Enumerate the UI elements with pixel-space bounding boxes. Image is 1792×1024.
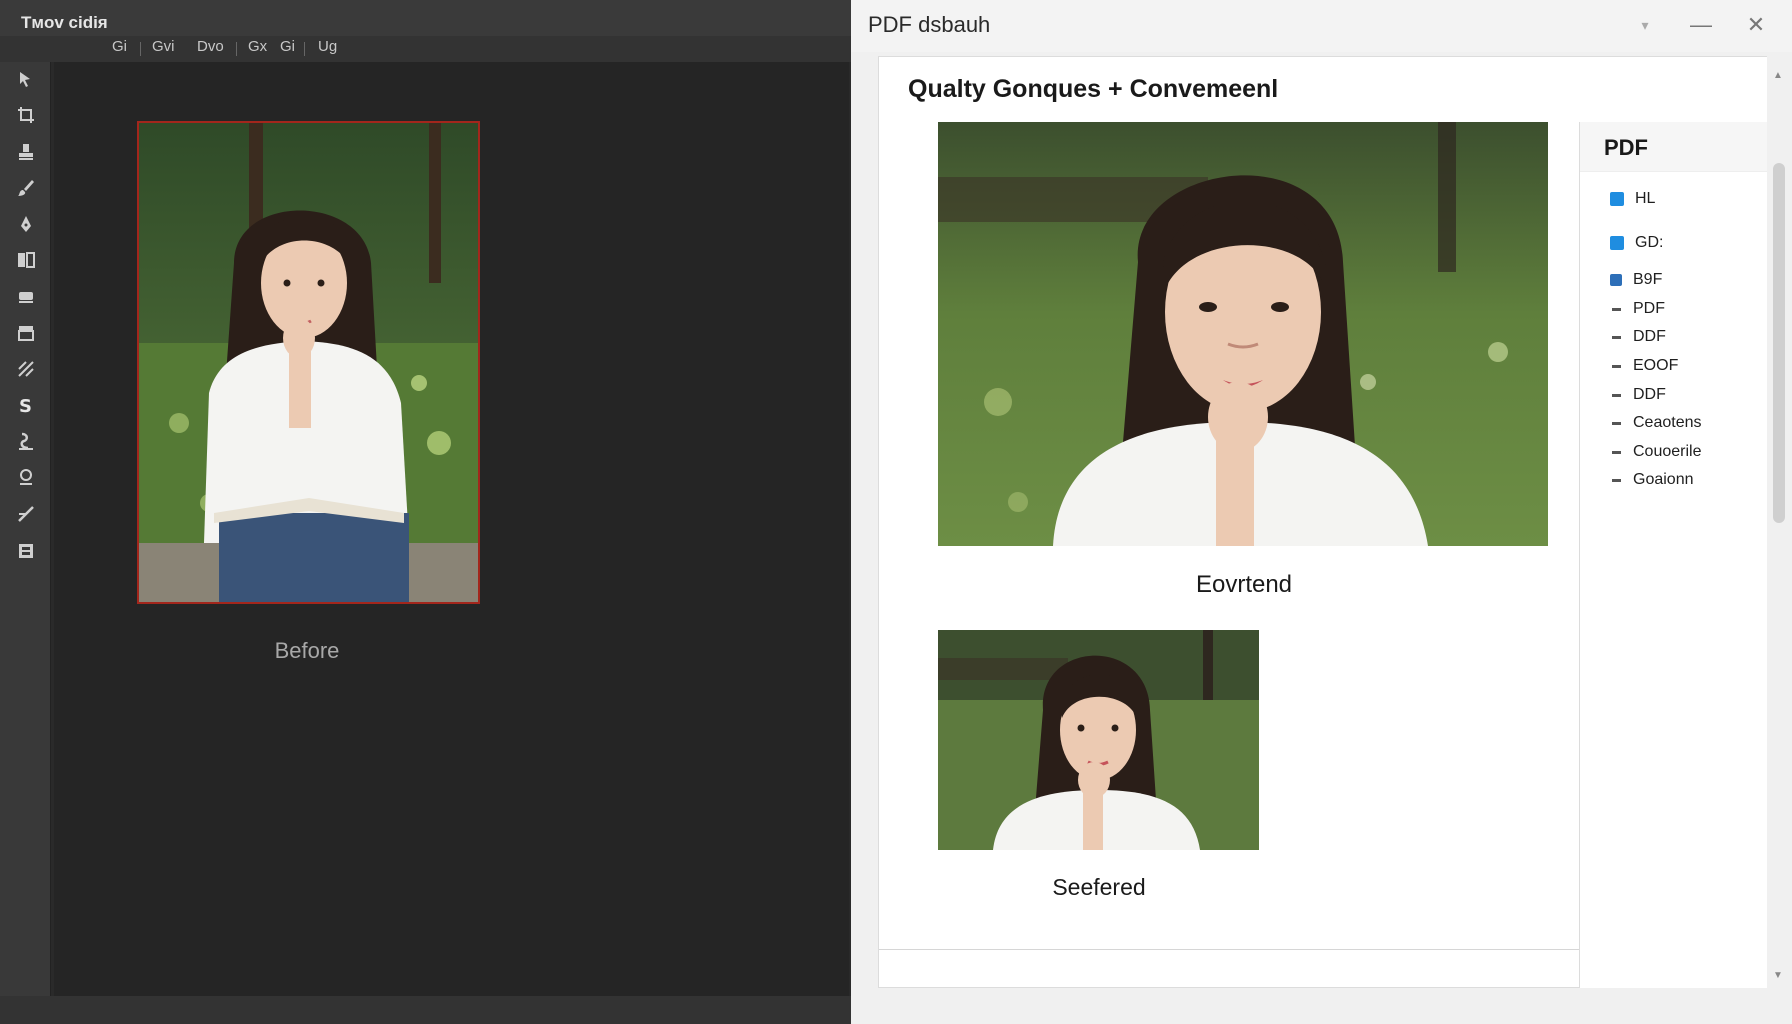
side-panel-header: PDF [1580,122,1768,172]
pdf-side-panel: PDF HL GD: B9F PDF DDF EOOF DDF Ceaotens… [1579,122,1768,988]
move-tool-icon[interactable] [15,68,37,90]
pen-tool-icon[interactable] [15,213,37,235]
dash-marker-icon [1612,393,1621,397]
crop-tool-icon[interactable] [15,104,37,126]
vertical-scrollbar[interactable]: ▲ ▼ [1767,56,1789,996]
scroll-up-icon[interactable]: ▲ [1772,70,1784,82]
side-item-label: GD: [1635,234,1664,251]
side-item[interactable]: Goaionn [1610,469,1694,491]
svg-text:S: S [19,396,32,415]
tool-palette: S [0,62,51,1024]
side-item-label: DDF [1633,328,1666,345]
side-item[interactable]: Couoerile [1610,441,1701,463]
side-item[interactable]: DDF [1610,326,1666,348]
menu-item[interactable]: Gvi [152,38,175,55]
square-marker-icon [1610,236,1624,250]
menu-separator [236,42,237,56]
converted-photo-small[interactable] [938,630,1259,850]
menu-item[interactable]: Gi [112,38,127,55]
converted-caption: Eovrtend [1195,571,1293,598]
converted-photo-illustration [938,122,1548,546]
square-marker-icon [1610,192,1624,206]
menu-item[interactable]: Dvo [197,38,224,55]
brush-tool-icon[interactable] [15,177,37,199]
close-button[interactable]: ✕ [1742,12,1770,40]
side-item[interactable]: PDF [1610,298,1665,320]
type-tool-icon[interactable]: S [15,394,37,416]
dodge-tool-icon[interactable] [15,466,37,488]
document-heading: Qualty Gonques + Convemeenl [908,75,1279,103]
before-caption: Before [274,638,340,663]
side-item-label: B9F [1633,271,1663,288]
pdf-page: Qualty Gonques + Convemeenl Eovrtend See… [878,56,1769,988]
side-item-label: Goaionn [1633,471,1694,488]
side-item-label: EOOF [1633,357,1679,374]
side-item[interactable]: EOOF [1610,355,1678,377]
menu-item[interactable]: Gx [248,38,267,55]
dash-marker-icon [1612,307,1621,311]
small-photo-caption: Seefered [1052,874,1146,900]
minimize-button[interactable]: — [1687,12,1715,40]
eraser-tool-icon[interactable] [15,285,37,307]
side-item[interactable]: HL [1610,188,1655,210]
editor-status-bar [0,996,851,1024]
menu-separator [140,42,141,56]
side-item-label: Ceaotens [1633,414,1702,431]
restore-button[interactable]: ▾ [1631,12,1659,40]
converted-photo-large[interactable] [938,122,1548,546]
gradient-tool-icon[interactable] [15,358,37,380]
side-item-label: Couoerile [1633,443,1702,460]
side-item-label: PDF [1633,300,1665,317]
fill-tool-icon[interactable] [15,322,37,344]
dash-marker-icon [1612,421,1621,425]
editor-menubar: Gi Gvi Dvo Gx Gi Ug [0,36,851,62]
dash-marker-icon [1612,478,1621,482]
side-item[interactable]: GD: [1610,232,1663,254]
clone-tool-icon[interactable] [15,249,37,271]
before-photo-illustration [139,123,478,602]
side-panel-title: PDF [1604,135,1648,160]
line-tool-icon[interactable] [15,503,37,525]
pdf-window: PDF dsbauh ▾ — ✕ Qualty Gonques + Convem… [851,0,1792,1024]
stamp-tool-icon[interactable] [15,141,37,163]
small-photo-illustration [938,630,1259,850]
screen: Tмov cidiя Gi Gvi Dvo Gx Gi Ug S Before … [0,0,1792,1024]
menu-separator [304,42,305,56]
before-photo[interactable] [137,121,480,604]
side-item[interactable]: Ceaotens [1610,412,1702,434]
side-item-label: DDF [1633,386,1666,403]
pdf-titlebar: PDF dsbauh ▾ — ✕ [851,0,1792,52]
small-square-marker-icon [1610,274,1622,286]
image-editor-window: Tмov cidiя Gi Gvi Dvo Gx Gi Ug S Before [0,0,851,1024]
menu-item[interactable]: Gi [280,38,295,55]
scroll-down-icon[interactable]: ▼ [1772,970,1784,982]
pdf-window-title: PDF dsbauh [868,12,991,37]
dash-marker-icon [1612,450,1621,454]
menu-item[interactable]: Ug [318,38,337,55]
dash-marker-icon [1612,364,1621,368]
side-item-label: HL [1635,190,1656,207]
side-item[interactable]: DDF [1610,384,1666,406]
dash-marker-icon [1612,335,1621,339]
side-item[interactable]: B9F [1610,269,1662,291]
layer-tool-icon[interactable] [15,540,37,562]
scroll-thumb[interactable] [1773,163,1785,523]
editor-title: Tмov cidiя [0,0,851,36]
smudge-tool-icon[interactable] [15,430,37,452]
